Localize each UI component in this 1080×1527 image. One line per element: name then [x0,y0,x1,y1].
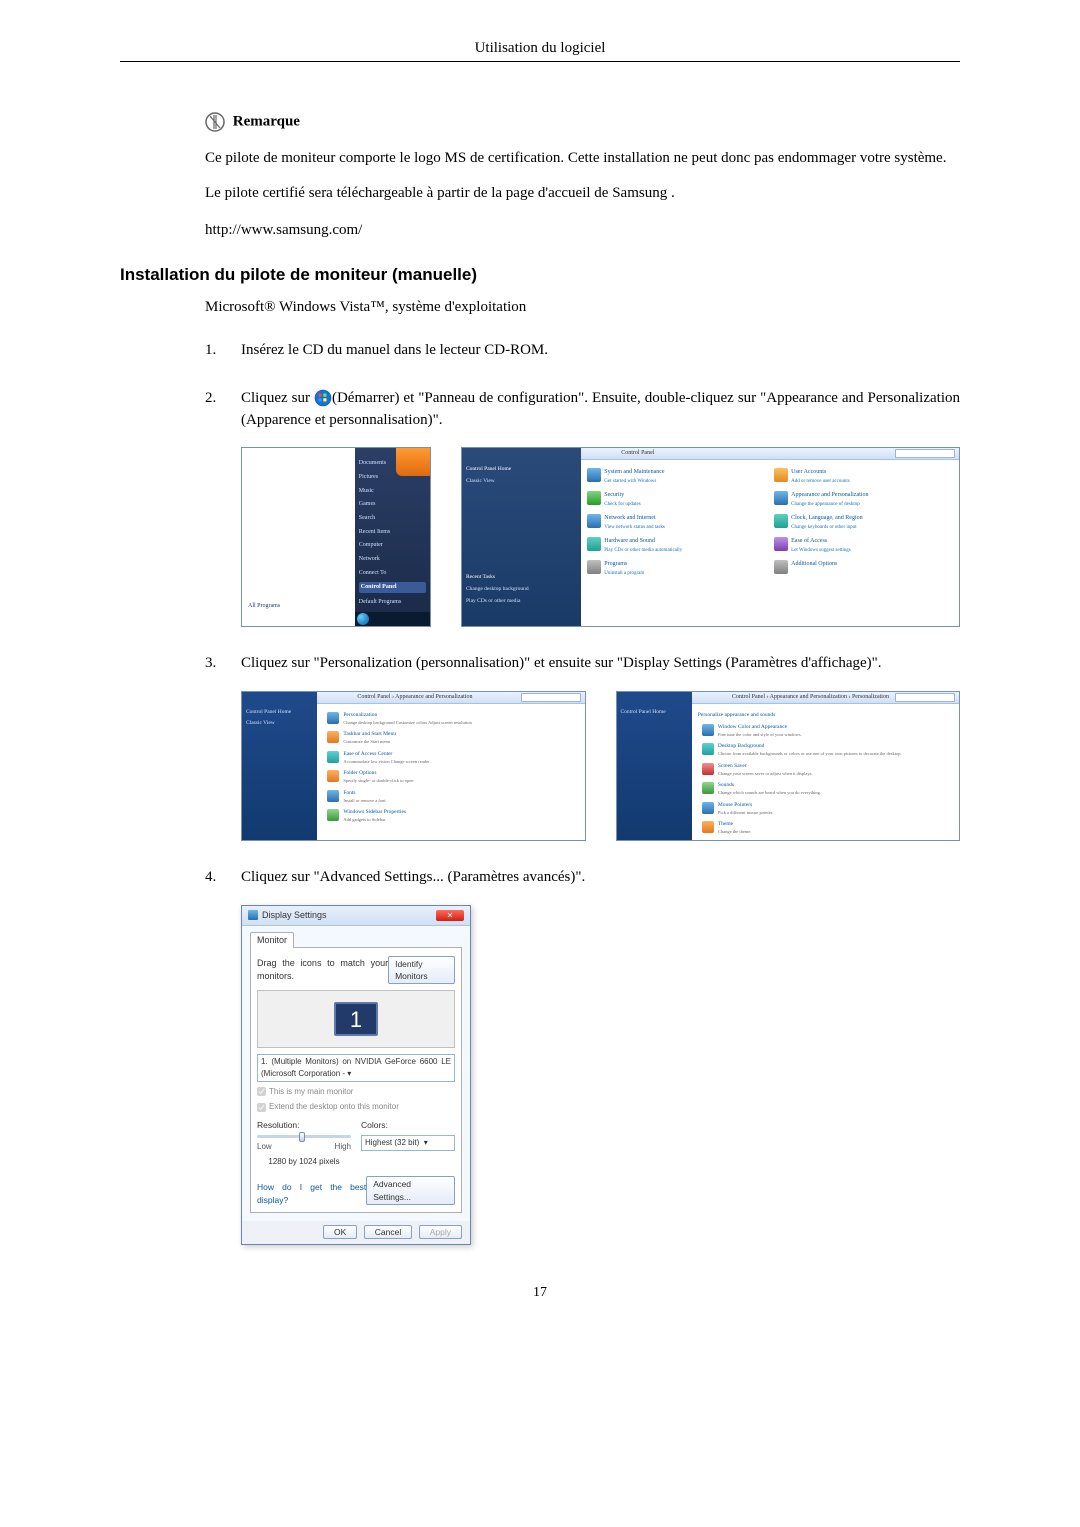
close-icon[interactable]: ✕ [436,910,464,921]
ok-button[interactable]: OK [323,1225,357,1239]
monitor-1-icon[interactable]: 1 [334,1002,378,1036]
start-orb-icon [314,389,332,407]
note-p1: Ce pilote de moniteur comporte le logo M… [205,148,960,169]
advanced-settings-button[interactable]: Advanced Settings... [366,1176,455,1205]
monitor-select[interactable]: 1. (Multiple Monitors) on NVIDIA GeForce… [257,1054,455,1081]
fig-display-settings-dialog: Display Settings ✕ Monitor Drag the icon… [241,905,471,1245]
section-title: Installation du pilote de moniteur (manu… [120,265,960,285]
main-monitor-checkbox[interactable]: This is my main monitor [257,1086,455,1098]
note-url: http://www.samsung.com/ [205,222,960,239]
monitor-icon [248,910,258,920]
start-all-programs: All Programs [248,602,280,611]
colors-label: Colors: [361,1119,455,1131]
section-sub: Microsoft® Windows Vista™, système d'exp… [205,299,960,316]
dialog-title: Display Settings [262,909,327,922]
step-2: Cliquez sur (Démarrer) et "Panneau de co… [205,388,960,628]
color-select[interactable]: Highest (32 bit) ▾ [361,1135,455,1151]
start-control-panel: Control Panel [359,582,426,593]
resolution-slider[interactable] [257,1135,351,1138]
step-1: Insérez le CD du manuel dans le lecteur … [205,340,960,362]
step-2a: Cliquez sur [241,390,310,406]
fig-personalization: Control Panel Home Control Panel › Appea… [616,691,961,841]
fig-start-menu: All Programs Documents Pictures Music Ga… [241,447,431,627]
note-label: Remarque [233,114,300,130]
identify-monitors-button[interactable]: Identify Monitors [388,956,455,985]
page-number: 17 [120,1285,960,1301]
extend-desktop-checkbox[interactable]: Extend the desktop onto this monitor [257,1101,455,1113]
fig-appearance: Control Panel Home Classic View Control … [241,691,586,841]
step-4: Cliquez sur "Advanced Settings... (Param… [205,867,960,1245]
resolution-value: 1280 by 1024 pixels [257,1156,351,1168]
monitor-preview[interactable]: 1 [257,990,455,1048]
tab-monitor[interactable]: Monitor [250,932,294,948]
note-block: Remarque [205,112,960,132]
page-header: Utilisation du logiciel [120,40,960,62]
cancel-button[interactable]: Cancel [364,1225,412,1239]
step-2b: (Démarrer) et "Panneau de configuration"… [241,390,960,428]
apply-button[interactable]: Apply [419,1225,462,1239]
drag-label: Drag the icons to match your monitors. [257,957,388,983]
fig-control-panel: Control Panel Home Classic View Recent T… [461,447,960,627]
step-3: Cliquez sur "Personalization (personnali… [205,653,960,841]
note-icon [205,112,225,132]
note-p2: Le pilote certifié sera téléchargeable à… [205,183,960,204]
help-link[interactable]: How do I get the best display? [257,1181,366,1206]
resolution-label: Resolution: [257,1119,351,1131]
